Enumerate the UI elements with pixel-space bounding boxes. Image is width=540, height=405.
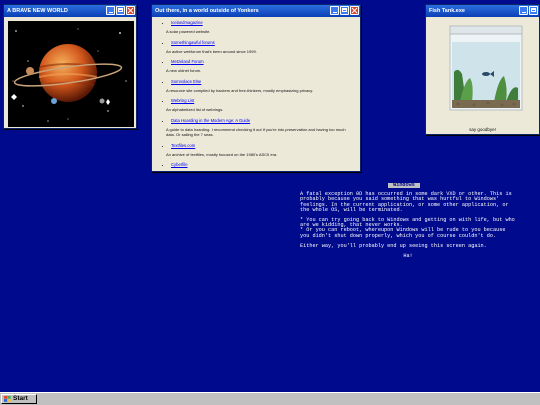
planet-image <box>8 21 134 127</box>
link-description: A guide to data hoarding. I recommend ch… <box>166 126 346 138</box>
link-description: A new oldnet forum. <box>166 68 202 73</box>
link[interactable]: Somethingawful forums <box>171 40 360 46</box>
planet-window-title: A BRAVE NEW WORLD <box>7 8 68 14</box>
list-item: Cyberfile <box>171 162 360 168</box>
link[interactable]: Somnolace Else <box>171 79 360 85</box>
web-window-titlebar[interactable]: Out there, in a world outside of Yonkers <box>152 5 360 17</box>
list-item: Somethingawful forums An active webforum … <box>166 40 360 55</box>
link[interactable]: Textfiles.com <box>171 143 360 149</box>
web-links-window[interactable]: Out there, in a world outside of Yonkers… <box>151 4 361 172</box>
list-item: Metzeland Forum A new oldnet forum. <box>166 59 360 74</box>
fish-tank-window[interactable]: Fish Tank.exe say goodbye! <box>425 4 540 135</box>
error-header: Windows <box>388 182 420 189</box>
planet-window-titlebar[interactable]: A BRAVE NEW WORLD <box>4 5 136 17</box>
fish-tank-content: say goodbye! <box>426 17 539 134</box>
error-paragraph: Either way, you'll probably end up seein… <box>300 242 487 249</box>
minimize-icon[interactable] <box>519 6 528 15</box>
error-message: Windows A fatal exception 0D has occurre… <box>300 182 516 264</box>
taskbar: Start <box>0 392 540 405</box>
web-window-title: Out there, in a world outside of Yonkers <box>155 8 259 14</box>
link[interactable]: Data Hoarding in the Modern Age: A Guide <box>171 118 360 124</box>
start-label: Start <box>13 395 28 402</box>
start-button[interactable]: Start <box>1 394 37 404</box>
minimize-icon[interactable] <box>106 6 115 15</box>
close-icon[interactable] <box>126 6 135 15</box>
error-dismiss-text[interactable]: Ha! <box>300 253 516 259</box>
fish-window-title: Fish Tank.exe <box>429 8 465 14</box>
link-list: IcelandmagazineA solar powered website. … <box>152 17 360 168</box>
list-item: Webring List An alphabetized list of webr… <box>166 98 360 113</box>
planet-window[interactable]: A BRAVE NEW WORLD <box>3 4 137 129</box>
list-item: Data Hoarding in the Modern Age: A Guide… <box>166 118 360 138</box>
fish-window-titlebar[interactable]: Fish Tank.exe <box>426 5 539 17</box>
list-item: Textfiles.com An archive of textfiles, mo… <box>166 143 360 158</box>
list-item: Somnolace Else A resource site compiled b… <box>166 79 360 94</box>
link[interactable]: Cyberfile <box>171 162 360 168</box>
link-description: An active webforum that's been around si… <box>166 48 257 54</box>
link[interactable]: Webring List <box>171 98 360 104</box>
error-option: * Or you can reboot, whereupon Windows w… <box>300 227 506 239</box>
link-description: A resource site compiled by hackers and … <box>166 87 314 93</box>
fish-tank-image <box>449 25 523 111</box>
maximize-icon[interactable] <box>340 6 349 15</box>
error-paragraph: A fatal exception 0D has occurred in som… <box>300 191 512 213</box>
maximize-icon[interactable] <box>529 6 538 15</box>
link-description: A solar powered website. <box>166 29 211 34</box>
close-icon[interactable] <box>350 6 359 15</box>
link-description: An archive of textfiles, mostly focused … <box>166 151 278 157</box>
fish-caption: say goodbye! <box>469 127 496 132</box>
link[interactable]: Icelandmagazine <box>171 20 360 26</box>
windows-logo-icon <box>4 396 11 402</box>
link[interactable]: Metzeland Forum <box>171 59 360 65</box>
list-item: Icelandmagazine A solar powered website. <box>166 20 360 35</box>
minimize-icon[interactable] <box>330 6 339 15</box>
maximize-icon[interactable] <box>116 6 125 15</box>
link-description: An alphabetized list of webrings. <box>166 107 224 112</box>
web-links-content[interactable]: IcelandmagazineA solar powered website. … <box>152 17 360 171</box>
